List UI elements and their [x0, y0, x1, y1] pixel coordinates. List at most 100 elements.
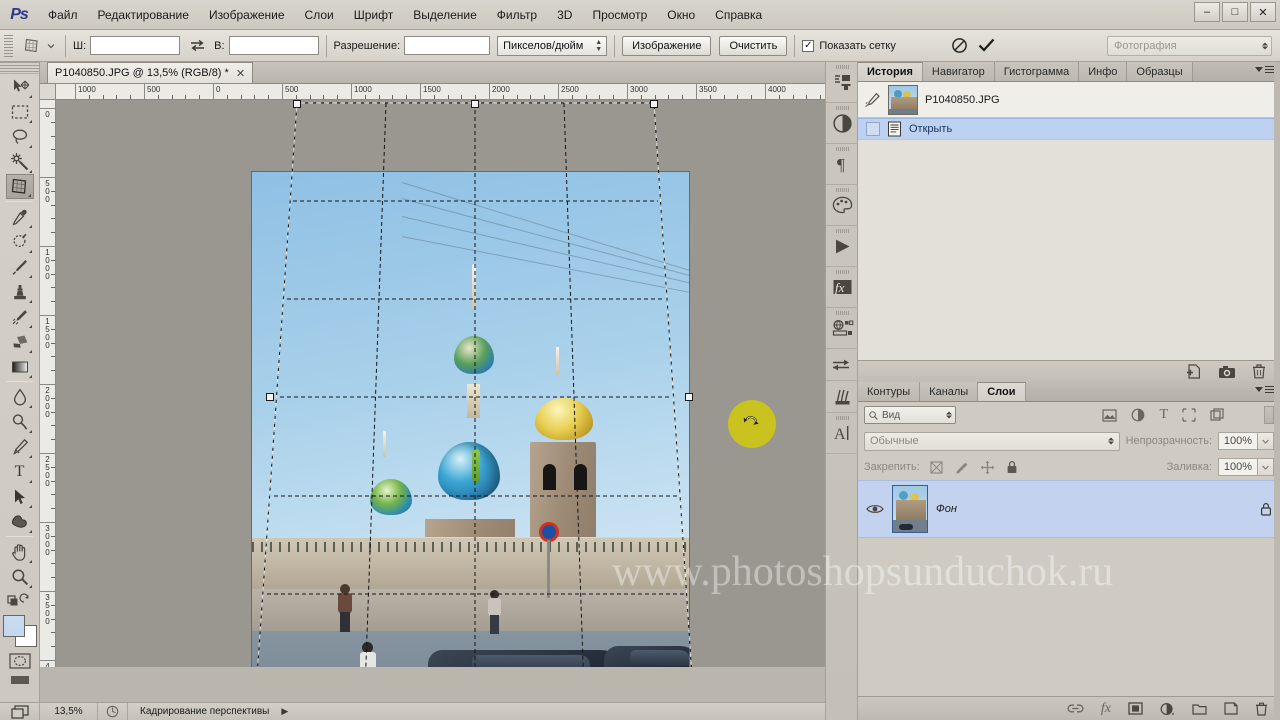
- layer-name[interactable]: Фон: [936, 503, 1252, 515]
- hand-tool[interactable]: [6, 539, 34, 564]
- dodge-tool[interactable]: [6, 409, 34, 434]
- clone-stamp-tool[interactable]: [6, 279, 34, 304]
- show-grid-checkbox[interactable]: ✓ Показать сетку: [802, 39, 896, 52]
- minimize-button[interactable]: –: [1194, 2, 1220, 22]
- tab-paths[interactable]: Контуры: [858, 382, 921, 401]
- timeline-play-icon[interactable]: [826, 226, 859, 267]
- color-palette-icon[interactable]: [826, 185, 859, 226]
- filter-pixel-icon[interactable]: [1102, 408, 1118, 422]
- lasso-tool[interactable]: [6, 124, 34, 149]
- rectangular-marquee-tool[interactable]: [6, 99, 34, 124]
- crop-handle-middle-right[interactable]: [685, 393, 693, 401]
- cancel-icon[interactable]: [948, 37, 972, 54]
- resolution-unit-select[interactable]: Пикселов/дюйм ▲ ▼: [497, 35, 608, 56]
- document-tab-close-icon[interactable]: ✕: [236, 67, 245, 80]
- tab-channels[interactable]: Каналы: [920, 382, 979, 401]
- tool-presets-icon[interactable]: [826, 349, 859, 381]
- timing-icon[interactable]: [98, 702, 128, 720]
- lock-transparency-icon[interactable]: [930, 460, 943, 474]
- tab-info[interactable]: Инфо: [1079, 62, 1128, 81]
- link-layers-icon[interactable]: [1067, 703, 1084, 714]
- spot-healing-brush-tool[interactable]: [6, 229, 34, 254]
- crop-handle-top-left[interactable]: [293, 100, 301, 108]
- menu-item-file[interactable]: Файл: [38, 0, 88, 30]
- menu-item-view[interactable]: Просмотр: [582, 0, 657, 30]
- document-tab[interactable]: P1040850.JPG @ 13,5% (RGB/8) * ✕: [47, 62, 254, 83]
- crop-handle-top-right[interactable]: [650, 100, 658, 108]
- zoom-level[interactable]: 13,5%: [40, 702, 98, 720]
- filter-smart-object-icon[interactable]: [1210, 408, 1224, 422]
- perspective-crop-icon[interactable]: [18, 34, 44, 58]
- pen-tool[interactable]: [6, 434, 34, 459]
- new-adjustment-layer-icon[interactable]: [1160, 702, 1175, 716]
- close-button[interactable]: ✕: [1250, 2, 1276, 22]
- lock-position-icon[interactable]: [980, 460, 995, 475]
- crop-tool[interactable]: [5, 174, 34, 199]
- type-tool[interactable]: T: [6, 459, 34, 484]
- swap-arrows-icon[interactable]: [180, 39, 214, 52]
- commit-checkmark-icon[interactable]: [972, 38, 1002, 53]
- layer-row-background[interactable]: Фон: [858, 480, 1280, 538]
- width-input[interactable]: [90, 36, 181, 55]
- quick-mask-toggle[interactable]: [7, 651, 33, 671]
- tool-preset-chevron-icon[interactable]: [44, 43, 58, 49]
- menu-item-layer[interactable]: Слои: [295, 0, 344, 30]
- tab-history[interactable]: История: [858, 62, 923, 81]
- paragraph-icon[interactable]: ¶: [826, 144, 859, 185]
- menu-item-type[interactable]: Шрифт: [344, 0, 403, 30]
- magic-wand-tool[interactable]: [6, 149, 34, 174]
- new-document-from-state-icon[interactable]: [1186, 364, 1202, 379]
- ruler-origin-corner[interactable]: [40, 84, 56, 100]
- filter-type-icon[interactable]: T: [1159, 407, 1168, 423]
- layer-styles-fx-icon[interactable]: fx: [826, 267, 859, 308]
- blur-tool[interactable]: [6, 384, 34, 409]
- screen-mode-icon[interactable]: [7, 674, 33, 688]
- workspace-select[interactable]: Фотография: [1107, 35, 1272, 56]
- layer-style-fx-icon[interactable]: fx: [1101, 701, 1111, 717]
- fill-dropdown-icon[interactable]: [1258, 458, 1274, 476]
- shape-tool[interactable]: [6, 509, 34, 534]
- height-input[interactable]: [228, 36, 319, 55]
- resolution-input[interactable]: [404, 36, 491, 55]
- eyedropper-tool[interactable]: [6, 204, 34, 229]
- image-canvas[interactable]: [252, 172, 689, 667]
- crop-handle-middle-left[interactable]: [266, 393, 274, 401]
- filter-adjustment-icon[interactable]: [1131, 408, 1145, 422]
- brush-tool[interactable]: [6, 254, 34, 279]
- blend-mode-select[interactable]: Обычные: [864, 431, 1120, 451]
- create-snapshot-camera-icon[interactable]: [1218, 365, 1236, 379]
- options-bar-grip[interactable]: [4, 34, 13, 57]
- zoom-tool[interactable]: [6, 564, 34, 589]
- panel-scrollbar[interactable]: [1274, 62, 1280, 720]
- filter-toggle-switch[interactable]: [1264, 406, 1274, 424]
- status-more-arrow[interactable]: ▶: [275, 703, 294, 720]
- tab-layers[interactable]: Слои: [978, 382, 1026, 401]
- lock-all-icon[interactable]: [1006, 460, 1018, 474]
- history-state-open[interactable]: Открыть: [858, 118, 1280, 140]
- document-arrange-icon[interactable]: [0, 702, 40, 720]
- delete-layer-trash-icon[interactable]: [1255, 702, 1268, 716]
- menu-item-help[interactable]: Справка: [705, 0, 772, 30]
- tab-navigator[interactable]: Навигатор: [922, 62, 995, 81]
- 3d-panel-icon[interactable]: [826, 308, 859, 349]
- canvas-viewport[interactable]: [56, 100, 825, 667]
- brush-panel-icon[interactable]: [826, 381, 859, 413]
- add-layer-mask-icon[interactable]: [1128, 702, 1143, 715]
- layers-panel-menu-icon[interactable]: [1255, 386, 1275, 393]
- adjustments-icon[interactable]: [826, 103, 859, 144]
- move-tool[interactable]: [6, 74, 34, 99]
- history-brush-tool[interactable]: [6, 304, 34, 329]
- tab-swatches[interactable]: Образцы: [1127, 62, 1193, 81]
- menu-item-filter[interactable]: Фильтр: [487, 0, 547, 30]
- filter-shape-icon[interactable]: [1182, 408, 1196, 422]
- maximize-button[interactable]: □: [1222, 2, 1248, 22]
- new-layer-icon[interactable]: [1224, 702, 1238, 715]
- menu-item-edit[interactable]: Редактирование: [88, 0, 199, 30]
- menu-item-window[interactable]: Окно: [657, 0, 705, 30]
- lock-image-icon[interactable]: [954, 461, 969, 474]
- eraser-tool[interactable]: [6, 329, 34, 354]
- toolbox-grip[interactable]: [0, 62, 39, 74]
- opacity-dropdown-icon[interactable]: [1258, 432, 1274, 450]
- front-image-button[interactable]: Изображение: [622, 35, 712, 56]
- path-selection-tool[interactable]: [6, 484, 34, 509]
